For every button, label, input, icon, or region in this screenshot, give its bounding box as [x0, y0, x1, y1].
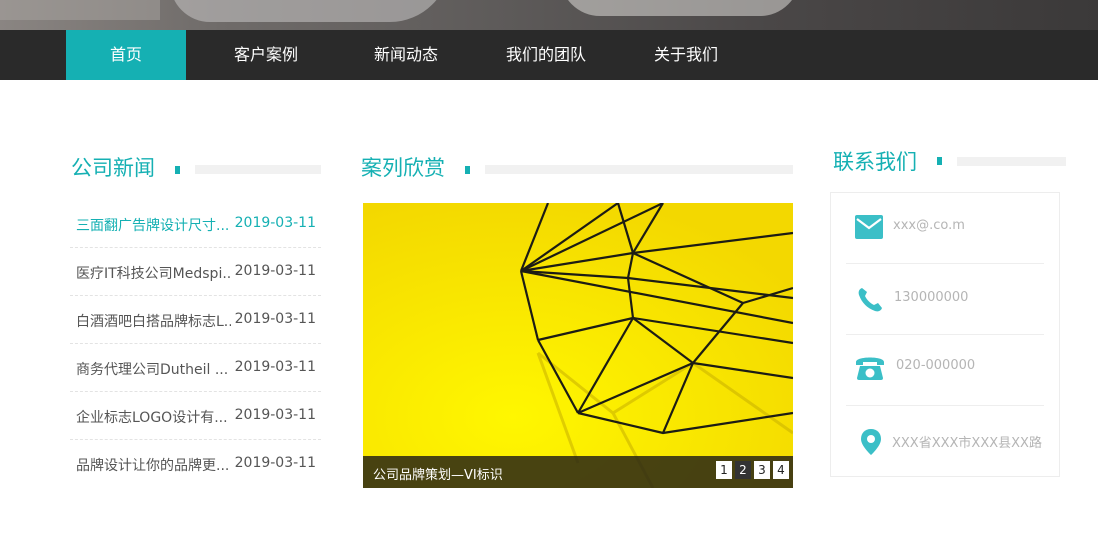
contact-tel: 020-000000	[896, 358, 976, 373]
nav-item-cases[interactable]: 客户案例	[206, 30, 326, 80]
news-section-title: 公司新闻	[71, 156, 155, 180]
news-item[interactable]: 白酒酒吧白搭品牌标志L... 2019-03-11	[70, 296, 321, 344]
news-item[interactable]: 品牌设计让你的品牌更... 2019-03-11	[70, 440, 321, 488]
news-item-date: 2019-03-11	[234, 455, 316, 471]
contact-email: xxx@.co.m	[893, 218, 965, 233]
news-item[interactable]: 企业标志LOGO设计有... 2019-03-11	[70, 392, 321, 440]
contact-address: XXX省XXX市XXX县XX路	[892, 436, 1042, 451]
news-item-date: 2019-03-11	[234, 263, 316, 279]
case-slide-image	[363, 203, 793, 488]
telephone-icon	[856, 357, 884, 380]
nav-item-team[interactable]: 我们的团队	[486, 30, 606, 80]
main-nav: 首页 客户案例 新闻动态 我们的团队 关于我们	[0, 30, 1098, 80]
contact-section-title: 联系我们	[833, 150, 917, 174]
top-banner-image	[0, 0, 1098, 30]
mail-icon	[855, 215, 883, 239]
contact-phone-row: 130000000	[846, 264, 1044, 335]
contact-phone: 130000000	[894, 290, 969, 305]
case-caption: 公司品牌策划—VI标识	[373, 468, 503, 483]
news-item-date: 2019-03-11	[234, 359, 316, 375]
cases-section-title: 案列欣赏	[361, 156, 445, 180]
news-item-title[interactable]: 品牌设计让你的品牌更...	[76, 455, 231, 475]
contact-tel-row: 020-000000	[846, 335, 1044, 406]
pager-dot[interactable]: 4	[773, 461, 789, 479]
phone-icon	[858, 288, 882, 312]
pager-dot[interactable]: 3	[754, 461, 770, 479]
case-slideshow[interactable]: 公司品牌策划—VI标识	[363, 203, 793, 488]
news-item-title[interactable]: 企业标志LOGO设计有...	[76, 407, 231, 427]
news-item[interactable]: 三面翻广告牌设计尺寸... 2019-03-11	[70, 200, 321, 248]
news-item-title[interactable]: 商务代理公司Dutheil ...	[76, 359, 231, 379]
contact-card: xxx@.co.m 130000000 020-000000 XXX省XXX市X…	[830, 192, 1060, 477]
contact-title-line	[957, 157, 1066, 166]
nav-item-about[interactable]: 关于我们	[626, 30, 746, 80]
news-title-line	[195, 165, 321, 174]
news-item-date: 2019-03-11	[234, 215, 316, 231]
news-item-title[interactable]: 医疗IT科技公司Medspi...	[76, 263, 231, 283]
news-item-title[interactable]: 白酒酒吧白搭品牌标志L...	[76, 311, 231, 331]
pager-dot[interactable]: 2	[735, 461, 751, 479]
location-pin-icon	[861, 429, 881, 455]
contact-email-row: xxx@.co.m	[846, 193, 1044, 264]
news-item-title[interactable]: 三面翻广告牌设计尺寸...	[76, 215, 231, 235]
nav-item-home[interactable]: 首页	[66, 30, 186, 80]
cases-title-marker	[465, 166, 470, 174]
news-item[interactable]: 商务代理公司Dutheil ... 2019-03-11	[70, 344, 321, 392]
news-item-date: 2019-03-11	[234, 311, 316, 327]
contact-title-marker	[937, 157, 942, 165]
nav-item-news[interactable]: 新闻动态	[346, 30, 466, 80]
cases-title-line	[485, 165, 793, 174]
news-title-marker	[175, 166, 180, 174]
contact-address-row: XXX省XXX市XXX县XX路	[846, 406, 1044, 477]
pager-dot[interactable]: 1	[716, 461, 732, 479]
news-item[interactable]: 医疗IT科技公司Medspi... 2019-03-11	[70, 248, 321, 296]
news-list: 三面翻广告牌设计尺寸... 2019-03-11 医疗IT科技公司Medspi.…	[70, 200, 321, 488]
news-item-date: 2019-03-11	[234, 407, 316, 423]
